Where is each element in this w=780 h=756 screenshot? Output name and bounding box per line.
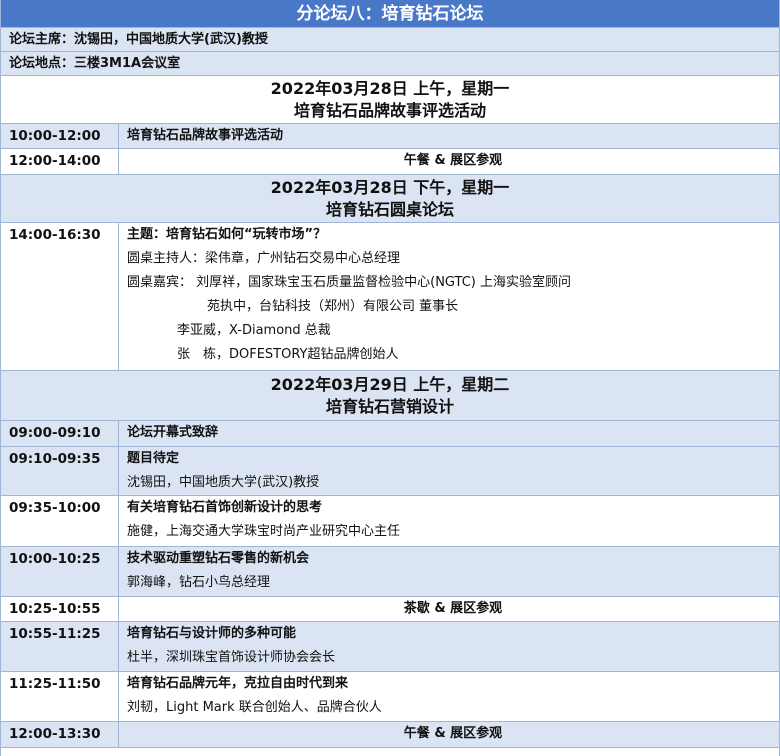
session-content: 有关培育钻石首饰创新设计的思考 施健，上海交通大学珠宝时尚产业研究中心主任	[119, 496, 779, 546]
schedule-row: 10:55-11:25 培育钻石与设计师的多种可能 杜半，深圳珠宝首饰设计师协会…	[1, 622, 779, 672]
session-time: 10:25-10:55	[1, 597, 119, 621]
day-topic: 培育钻石圆桌论坛	[325, 199, 454, 219]
session-speaker: 刘韧，Light Mark 联合创始人、品牌合伙人	[127, 700, 382, 715]
schedule-row: 09:35-10:00 有关培育钻石首饰创新设计的思考 施健，上海交通大学珠宝时…	[1, 496, 779, 547]
session-content: 培育钻石品牌元年，克拉自由时代到来 刘韧，Light Mark 联合创始人、品牌…	[119, 672, 779, 721]
break-label: 午餐 & 展区参观	[403, 726, 503, 741]
session-time: 10:55-11:25	[1, 622, 119, 671]
forum-schedule-table: 分论坛八：培育钻石论坛 论坛主席：沈锡田，中国地质大学(武汉)教授 论坛地点：三…	[0, 0, 780, 756]
session-time: 10:00-12:00	[1, 124, 119, 148]
schedule-row: 09:00-09:10 论坛开幕式致辞	[1, 421, 779, 447]
session-guest: 张 栋，DOFESTORY超钻品牌创始人	[177, 347, 399, 362]
forum-title: 分论坛八：培育钻石论坛	[1, 0, 779, 28]
session-time: 10:00-10:25	[1, 547, 119, 596]
session-content: 题目待定 沈锡田，中国地质大学(武汉)教授	[119, 447, 779, 495]
session-content: 论坛开幕式致辞	[119, 421, 779, 446]
session-guest: 李亚威，X-Diamond 总裁	[177, 323, 331, 338]
session-content: 午餐 & 展区参观	[119, 722, 779, 747]
session-guest: 苑执中，台钻科技（郑州）有限公司 董事长	[207, 299, 459, 314]
session-content: 午餐 & 展区参观	[119, 149, 779, 174]
session-content: 主题：培育钻石如何“玩转市场”？ 圆桌主持人：梁伟章，广州钻石交易中心总经理 圆…	[119, 223, 779, 370]
session-content: 培育钻石与设计师的多种可能 杜半，深圳珠宝首饰设计师协会会长	[119, 622, 779, 671]
forum-chair: 论坛主席：沈锡田，中国地质大学(武汉)教授	[1, 28, 779, 52]
session-content: 技术驱动重塑钻石零售的新机会 郭海峰，钻石小鸟总经理	[119, 547, 779, 596]
schedule-row: 10:00-10:25 技术驱动重塑钻石零售的新机会 郭海峰，钻石小鸟总经理	[1, 547, 779, 597]
session-speaker: 施健，上海交通大学珠宝时尚产业研究中心主任	[127, 524, 401, 539]
schedule-row: 12:00-13:30 午餐 & 展区参观	[1, 722, 779, 748]
session-time: 11:25-11:50	[1, 672, 119, 721]
session-speaker: 沈锡田，中国地质大学(武汉)教授	[127, 475, 320, 490]
day-header: 2022年03月29日 上午，星期二 培育钻石营销设计	[1, 371, 779, 421]
session-title: 主题：培育钻石如何“玩转市场”？	[127, 227, 327, 242]
day-header: 2022年03月28日 上午，星期一 培育钻石品牌故事评选活动	[1, 76, 779, 124]
schedule-row: 14:00-16:30 主题：培育钻石如何“玩转市场”？ 圆桌主持人：梁伟章，广…	[1, 223, 779, 371]
schedule-row: 11:25-11:50 培育钻石品牌元年，克拉自由时代到来 刘韧，Light M…	[1, 672, 779, 722]
schedule-row: 10:25-10:55 茶歇 & 展区参观	[1, 597, 779, 622]
session-time: 12:00-14:00	[1, 149, 119, 174]
session-content: 茶歇 & 展区参观	[119, 597, 779, 621]
session-host: 圆桌主持人：梁伟章，广州钻石交易中心总经理	[127, 251, 401, 266]
day-date: 2022年03月29日 上午，星期二	[270, 374, 510, 394]
schedule-row: 10:00-12:00 培育钻石品牌故事评选活动	[1, 124, 779, 149]
schedule-row: 09:10-09:35 题目待定 沈锡田，中国地质大学(武汉)教授	[1, 447, 779, 496]
session-time: 12:00-13:30	[1, 722, 119, 747]
break-label: 茶歇 & 展区参观	[403, 601, 503, 616]
session-title: 培育钻石品牌元年，克拉自由时代到来	[127, 676, 349, 691]
day-date: 2022年03月28日 下午，星期一	[270, 177, 510, 197]
session-title: 题目待定	[127, 451, 180, 466]
session-title: 技术驱动重塑钻石零售的新机会	[127, 551, 310, 566]
session-speaker: 杜半，深圳珠宝首饰设计师协会会长	[127, 650, 336, 665]
session-content: 培育钻石品牌故事评选活动	[119, 124, 779, 148]
forum-venue: 论坛地点：三楼3M1A会议室	[1, 52, 779, 76]
day-topic: 培育钻石品牌故事评选活动	[293, 100, 486, 120]
session-time: 09:10-09:35	[1, 447, 119, 495]
schedule-row: 12:00-14:00 午餐 & 展区参观	[1, 149, 779, 175]
break-label: 午餐 & 展区参观	[403, 153, 503, 168]
session-title: 培育钻石品牌故事评选活动	[127, 128, 284, 143]
session-title: 有关培育钻石首饰创新设计的思考	[127, 500, 323, 515]
session-guest: 圆桌嘉宾： 刘厚祥，国家珠宝玉石质量监督检验中心(NGTC) 上海实验室顾问	[127, 275, 571, 290]
day-topic: 培育钻石营销设计	[325, 396, 454, 416]
session-title: 论坛开幕式致辞	[127, 425, 219, 440]
session-time: 14:00-16:30	[1, 223, 119, 370]
session-time: 09:35-10:00	[1, 496, 119, 546]
day-header: 2022年03月28日 下午，星期一 培育钻石圆桌论坛	[1, 175, 779, 223]
session-time: 09:00-09:10	[1, 421, 119, 446]
day-date: 2022年03月28日 上午，星期一	[270, 78, 510, 98]
session-title: 培育钻石与设计师的多种可能	[127, 626, 297, 641]
session-speaker: 郭海峰，钻石小鸟总经理	[127, 575, 271, 590]
